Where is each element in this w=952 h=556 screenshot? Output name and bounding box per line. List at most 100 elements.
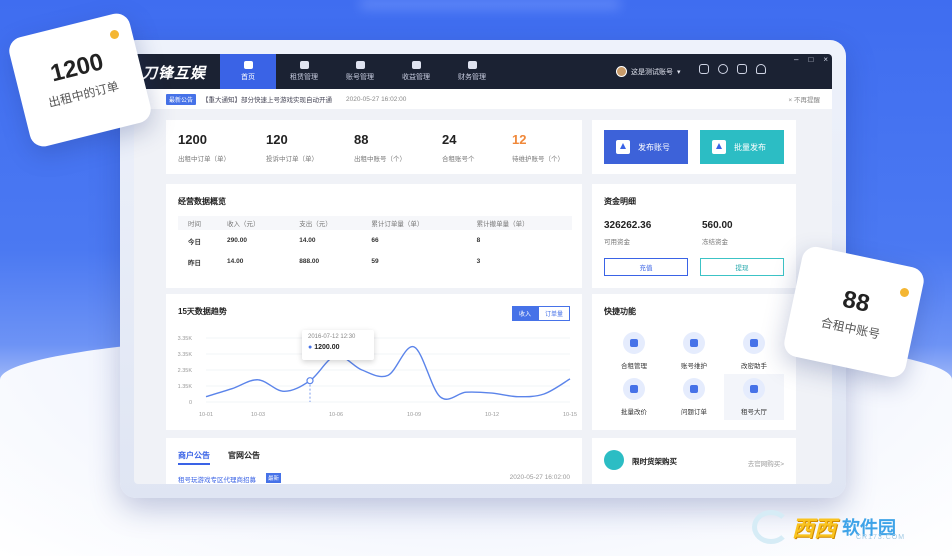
batch-publish-button[interactable]: 批量发布 (700, 130, 784, 164)
table-cell: 昨日 (188, 259, 201, 267)
quick-label: 租号大厅 (741, 409, 767, 416)
settings-icon[interactable] (737, 64, 747, 74)
quick-label: 改密助手 (741, 363, 767, 370)
x-tick-label: 10-09 (407, 412, 421, 418)
mail-icon[interactable] (699, 64, 709, 74)
quick-label: 问题订单 (681, 409, 707, 416)
publish-account-button[interactable]: 发布账号 (604, 130, 688, 164)
document-icon (299, 61, 309, 69)
overview-card: 经营数据概览 时间 收入（元） 支出（元） 累计订单量（单） 累计撤单量（单） … (166, 184, 582, 288)
batch-label: 批量发布 (734, 142, 766, 152)
quick-rental-hall[interactable]: 租号大厅 (724, 374, 784, 420)
new-badge: 最新 (266, 473, 282, 483)
stats-card: 1200 出租中订单（单） 120 投诉中订单（单） 88 出租中账号（个） 24 合租… (166, 120, 582, 174)
finance-card: 资金明细 326262.36 可用资金 560.00 冻结资金 充值 提现 (592, 184, 796, 288)
notice-dismiss[interactable]: × 不再提醒 (788, 94, 820, 104)
x-tick-label: 10-15 (563, 412, 577, 418)
overview-table: 时间 收入（元） 支出（元） 累计订单量（单） 累计撤单量（单） 今日 290.… (178, 216, 572, 272)
announcements-card: 商户公告 官网公告 租号玩游戏专区代理商招募 最新 2020-05-27 16:… (166, 438, 582, 484)
notice-message[interactable]: 【重大通知】部分快速上号游戏实现自动开通 (202, 94, 332, 104)
account-menu[interactable]: 这是测试账号 ▾ (616, 66, 681, 77)
table-cell: 8 (476, 237, 481, 244)
tooltip-date: 2016-07-12 12:30 (308, 334, 356, 340)
purchase-title: 限时货架购买 (632, 457, 677, 466)
nav-label: 财务管理 (458, 74, 486, 81)
nav-accounts[interactable]: 账号管理 (332, 54, 388, 89)
notice-date: 2020-05-27 16:02:00 (346, 95, 407, 103)
user-gear-icon (683, 332, 705, 354)
stat-value: 120 (266, 132, 288, 147)
col-income: 收入（元） (217, 216, 290, 230)
toolbar-icons (699, 64, 766, 74)
watermark-logo: 西西 软件园 CR173.COM (752, 508, 936, 546)
series-dot-icon: ● (308, 344, 313, 351)
maximize-button[interactable]: □ (808, 55, 813, 64)
nav-label: 租赁管理 (290, 74, 318, 81)
quick-title: 快捷功能 (604, 307, 636, 316)
announcement-date: 2020-05-27 16:02:00 (509, 474, 570, 481)
withdraw-button[interactable]: 提现 (700, 258, 784, 276)
stat-value: 1200 (178, 132, 207, 147)
avatar (616, 66, 627, 77)
table-cell: 14.00 (299, 237, 316, 244)
gamepad-icon (355, 61, 365, 69)
home-icon (243, 61, 253, 69)
table-cell: 888.00 (299, 258, 320, 265)
highlight-point (306, 377, 314, 385)
table-row: 昨日 14.00 888.00 59 3 (178, 251, 572, 272)
user-icon[interactable] (756, 64, 766, 74)
layers-icon (623, 332, 645, 354)
notice-bar: 最新公告 【重大通知】部分快速上号游戏实现自动开通 2020-05-27 16:… (134, 89, 832, 109)
table-cell: 290.00 (227, 237, 247, 244)
wallet-icon (467, 61, 477, 69)
nav-finance[interactable]: 财务管理 (444, 54, 500, 89)
table-row: 今日 290.00 14.00 66 8 (178, 230, 572, 251)
clock-icon[interactable] (718, 64, 728, 74)
stat-label: 合租账号个 (442, 156, 475, 163)
quick-shared-manage[interactable]: 合租管理 (608, 332, 660, 370)
key-icon (743, 332, 765, 354)
available-funds-label: 可用资金 (604, 239, 630, 246)
y-tick-label: 0 (189, 400, 192, 406)
purchase-link[interactable]: 去官网购买> (748, 458, 784, 468)
stat-label: 待维护账号（个） (512, 156, 564, 163)
quick-problem-orders[interactable]: 问题订单 (668, 378, 720, 416)
upload-icon (616, 140, 630, 154)
col-orders: 累计订单量（单） (361, 216, 467, 230)
quick-account-maintain[interactable]: 账号维护 (668, 332, 720, 370)
frozen-funds-label: 冻结资金 (702, 239, 728, 246)
tablet-frame: 刀锋互娱 首页 租赁管理 账号管理 收益管理 财务管理 这是测试账号 ▾ – □… (120, 40, 846, 498)
stat-value: 88 (354, 132, 369, 147)
minimize-button[interactable]: – (794, 55, 798, 64)
coins-icon (411, 61, 421, 69)
quick-batch-price[interactable]: 批量改价 (608, 378, 660, 416)
y-tick-label: 2.35K (178, 368, 193, 374)
announcement-link[interactable]: 租号玩游戏专区代理商招募 (178, 474, 256, 484)
app-screen: 刀锋互娱 首页 租赁管理 账号管理 收益管理 财务管理 这是测试账号 ▾ – □… (134, 54, 832, 484)
y-tick-label: 3.35K (178, 352, 193, 358)
indicator-dot (900, 288, 909, 297)
tab-official-notice[interactable]: 官网公告 (228, 450, 260, 461)
quick-password-helper[interactable]: 改密助手 (728, 332, 780, 370)
x-tick-label: 10-12 (485, 412, 499, 418)
stat-value: 12 (512, 132, 527, 147)
close-button[interactable]: × (823, 55, 828, 64)
watermark-url: CR173.COM (856, 534, 906, 541)
nav-rental[interactable]: 租赁管理 (276, 54, 332, 89)
tab-merchant-notice[interactable]: 商户公告 (178, 450, 210, 465)
table-cell: 59 (371, 258, 379, 265)
stat-shared-accounts: 24 合租账号个 (442, 132, 475, 163)
app-logo: 刀锋互娱 (142, 65, 207, 82)
indicator-dot (110, 30, 119, 39)
table-cell: 今日 (188, 238, 201, 246)
price-tag-icon (623, 378, 645, 400)
account-name: 这是测试账号 (631, 68, 673, 76)
nav-income[interactable]: 收益管理 (388, 54, 444, 89)
trend-chart: 0 1.35K 2.35K 3.35K 3.35K 10-01 10-03 10-06 10-0… (178, 336, 577, 418)
col-time: 时间 (178, 216, 218, 230)
table-cell: 66 (371, 237, 379, 244)
recharge-button[interactable]: 充值 (604, 258, 688, 276)
stat-renting-accounts: 88 出租中账号（个） (354, 132, 406, 163)
nav-home[interactable]: 首页 (220, 54, 276, 89)
nav-label: 收益管理 (402, 74, 430, 81)
